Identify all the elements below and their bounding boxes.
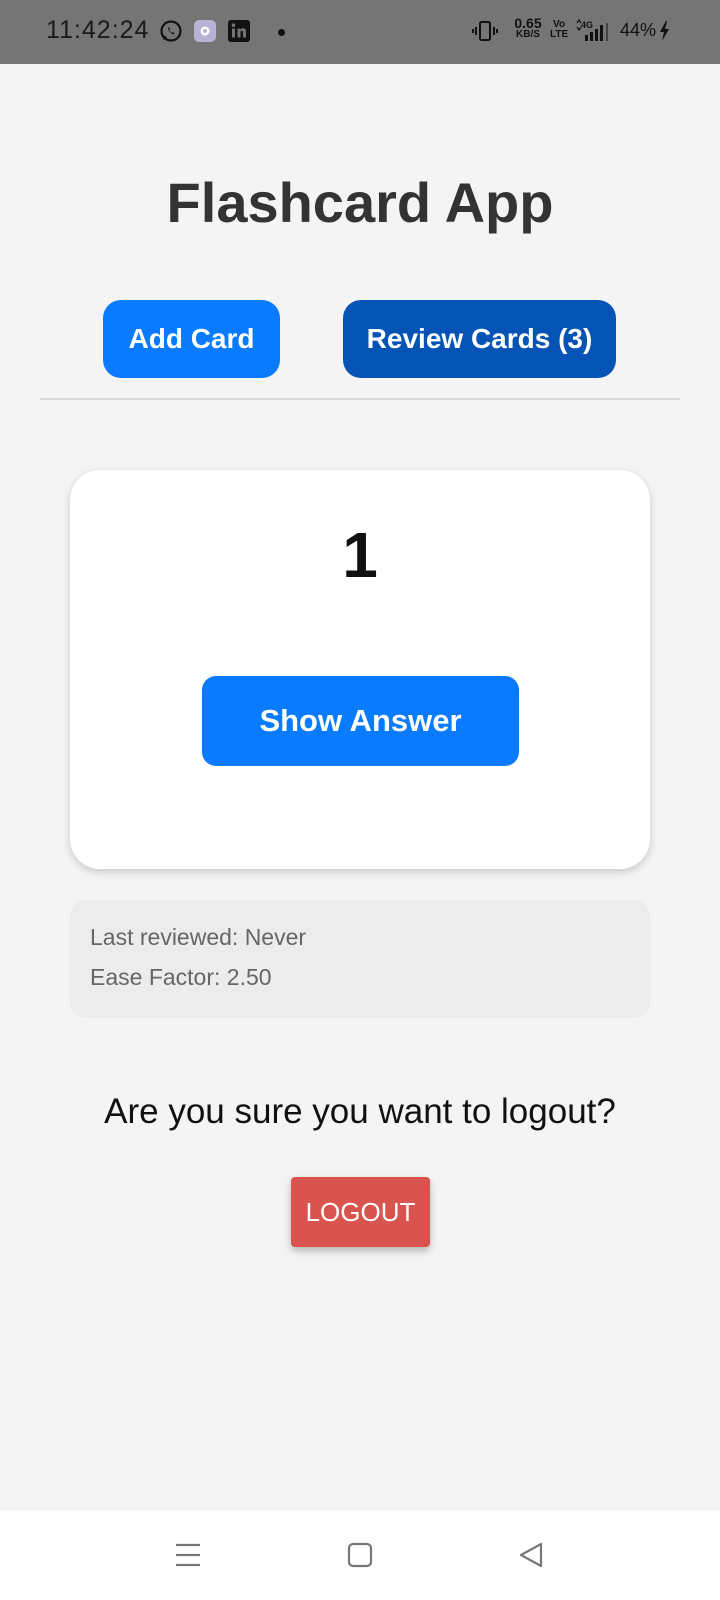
home-icon[interactable] <box>337 1532 383 1578</box>
app-icon <box>192 18 218 44</box>
signal-icon: 4G <box>574 18 614 44</box>
volte-indicator: Vo LTE <box>550 19 569 40</box>
app-title: Flashcard App <box>166 171 554 234</box>
flashcard: 1 Show Answer <box>70 470 650 869</box>
linkedin-icon <box>226 18 252 44</box>
logout-question: Are you sure you want to logout? <box>104 1092 616 1131</box>
menu-icon[interactable] <box>165 1532 211 1578</box>
back-icon[interactable] <box>508 1532 554 1578</box>
review-cards-button[interactable]: Review Cards (3) <box>343 300 616 378</box>
network-speed: 0.65 KB/S <box>514 15 542 40</box>
status-time: 11:42:24 <box>46 16 150 44</box>
network-type: 4G <box>581 20 593 30</box>
ease-factor-text: Ease Factor: 2.50 <box>90 964 272 990</box>
add-card-button[interactable]: Add Card <box>103 300 280 378</box>
divider <box>40 398 680 400</box>
vibrate-icon <box>472 18 498 44</box>
battery-level: 44% <box>620 20 657 40</box>
last-reviewed-text: Last reviewed: Never <box>90 924 307 950</box>
card-front-text: 1 <box>342 519 378 591</box>
navigation-bar <box>0 1510 720 1600</box>
status-bar: 11:42:24 0.65 KB/S Vo LTE 4G 44% <box>0 0 720 64</box>
notification-dot <box>278 29 285 36</box>
whatsapp-icon <box>158 18 184 44</box>
screen: 11:42:24 0.65 KB/S Vo LTE 4G 44% Flashca… <box>0 0 720 1600</box>
logout-button[interactable]: LOGOUT <box>291 1177 430 1247</box>
charging-icon <box>656 18 672 44</box>
show-answer-button[interactable]: Show Answer <box>202 676 519 766</box>
card-info-box: Last reviewed: Never Ease Factor: 2.50 <box>70 900 650 1018</box>
